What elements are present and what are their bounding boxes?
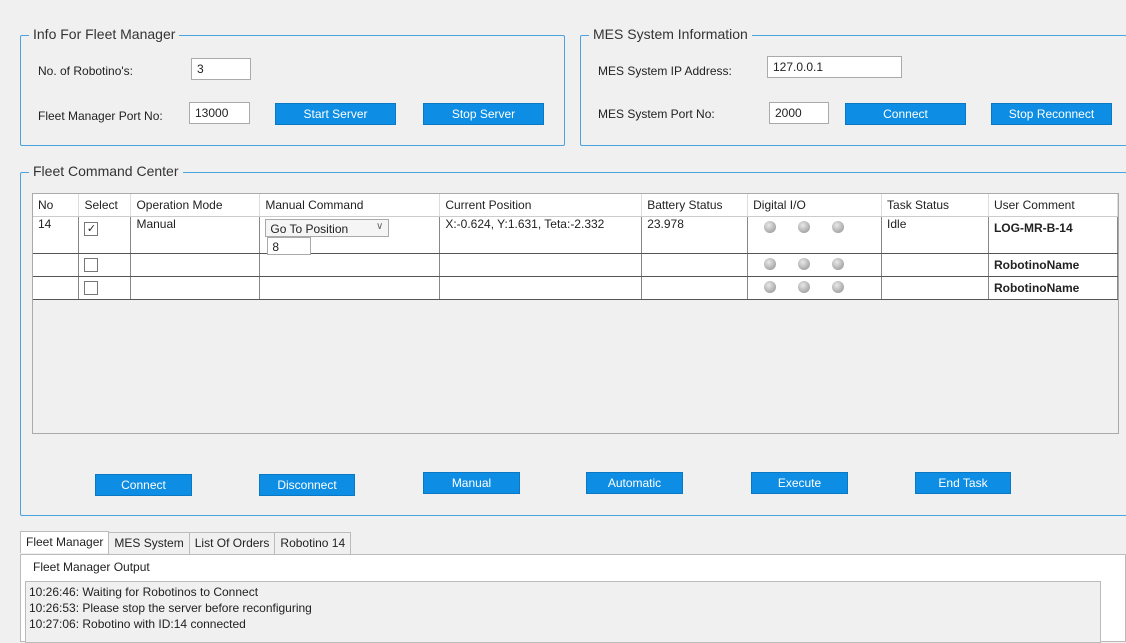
stop-reconnect-button[interactable]: Stop Reconnect	[991, 103, 1112, 125]
mes-port-input[interactable]: 2000	[769, 102, 829, 124]
select-checkbox[interactable]	[84, 258, 99, 272]
command-center-title: Fleet Command Center	[29, 163, 183, 179]
row-no	[33, 253, 80, 277]
end-task-button[interactable]: End Task	[915, 472, 1011, 494]
mes-ip-input[interactable]: 127.0.0.1	[767, 56, 902, 78]
mes-ip-label: MES System IP Address:	[598, 64, 732, 78]
mes-info-group: MES System Information	[580, 26, 1126, 146]
row-mode	[130, 276, 261, 300]
row-mode: Manual	[130, 216, 261, 254]
log-line: 10:26:46: Waiting for Robotinos to Conne…	[29, 585, 259, 599]
output-title: Fleet Manager Output	[33, 560, 150, 574]
io-led-icon	[798, 281, 811, 293]
io-led-icon	[798, 221, 811, 233]
col-current-position[interactable]: Current Position	[439, 194, 643, 217]
robotino-count-label: No. of Robotino's:	[38, 64, 134, 78]
io-led-icon	[764, 221, 777, 233]
row-mode	[130, 253, 261, 277]
row-comment[interactable]: RobotinoName	[988, 253, 1119, 277]
tab-mes-system[interactable]: MES System	[108, 532, 190, 554]
fleet-info-title: Info For Fleet Manager	[29, 26, 180, 42]
table-row[interactable]: 14 ✓ Manual Go To Position ∨ 8 X:-0.624, Y…	[33, 216, 1119, 255]
select-cell	[78, 253, 132, 277]
fleet-info-group: Info For Fleet Manager	[20, 26, 565, 146]
io-led-icon	[798, 258, 811, 270]
mes-port-label: MES System Port No:	[598, 107, 715, 121]
robotino-grid: No Select Operation Mode Manual Command …	[32, 193, 1119, 434]
fleet-port-label: Fleet Manager Port No:	[38, 109, 163, 123]
row-task	[881, 253, 989, 277]
automatic-button[interactable]: Automatic	[586, 472, 683, 494]
col-user-comment[interactable]: User Comment	[988, 194, 1119, 217]
io-led-icon	[832, 258, 845, 270]
select-cell: ✓	[78, 216, 132, 254]
stop-server-button[interactable]: Stop Server	[423, 103, 544, 125]
bottom-tab-bar: Fleet Manager MES System List Of Orders …	[20, 531, 352, 554]
output-log[interactable]: 10:26:46: Waiting for Robotinos to Conne…	[25, 581, 1101, 643]
tab-fleet-manager[interactable]: Fleet Manager	[20, 531, 110, 553]
tab-robotino-14[interactable]: Robotino 14	[274, 532, 352, 554]
chevron-down-icon: ∨	[376, 221, 384, 232]
start-server-button[interactable]: Start Server	[275, 103, 396, 125]
command-arg-input[interactable]: 8	[267, 237, 312, 255]
robotino-table: No Select Operation Mode Manual Command …	[33, 194, 1119, 300]
mes-info-title: MES System Information	[589, 26, 752, 42]
row-battery	[641, 253, 749, 277]
table-row[interactable]: RobotinoName	[33, 253, 1119, 277]
io-led-icon	[832, 281, 845, 293]
digital-io-cell	[747, 216, 883, 254]
table-row[interactable]: RobotinoName	[33, 276, 1119, 300]
col-select[interactable]: Select	[78, 194, 132, 217]
col-no[interactable]: No	[33, 194, 80, 217]
row-command[interactable]	[259, 276, 441, 300]
disconnect-button[interactable]: Disconnect	[259, 474, 355, 496]
select-checkbox[interactable]: ✓	[84, 222, 99, 236]
tab-list-of-orders[interactable]: List Of Orders	[188, 532, 276, 554]
digital-io-cell	[747, 276, 883, 300]
col-digital-io[interactable]: Digital I/O	[747, 194, 883, 217]
robotino-count-input[interactable]: 3	[191, 58, 251, 80]
command-cell: Go To Position ∨ 8	[259, 216, 441, 255]
row-task: Idle	[881, 216, 989, 254]
row-command[interactable]	[259, 253, 441, 277]
col-battery-status[interactable]: Battery Status	[641, 194, 749, 217]
row-position: X:-0.624, Y:1.631, Teta:-2.332	[439, 216, 643, 254]
log-line: 10:27:06: Robotino with ID:14 connected	[29, 617, 246, 631]
col-manual-command[interactable]: Manual Command	[259, 194, 441, 217]
row-no	[33, 276, 80, 300]
execute-button[interactable]: Execute	[751, 472, 848, 494]
log-line: 10:26:53: Please stop the server before …	[29, 601, 312, 615]
row-position	[439, 276, 643, 300]
io-led-icon	[832, 221, 845, 233]
fleet-port-input[interactable]: 13000	[189, 102, 250, 124]
col-task-status[interactable]: Task Status	[881, 194, 989, 217]
row-comment[interactable]: RobotinoName	[988, 276, 1119, 300]
mes-connect-button[interactable]: Connect	[845, 103, 966, 125]
manual-command-select[interactable]: Go To Position ∨	[265, 219, 390, 237]
row-no: 14	[33, 216, 80, 254]
manual-button[interactable]: Manual	[423, 472, 520, 494]
col-operation-mode[interactable]: Operation Mode	[130, 194, 261, 217]
select-checkbox[interactable]	[84, 281, 99, 295]
digital-io-cell	[747, 253, 883, 277]
connect-button[interactable]: Connect	[95, 474, 192, 496]
select-cell	[78, 276, 132, 300]
row-comment[interactable]: LOG-MR-B-14	[988, 216, 1119, 254]
row-battery	[641, 276, 749, 300]
table-header: No Select Operation Mode Manual Command …	[33, 194, 1119, 217]
io-led-icon	[764, 281, 777, 293]
output-panel: Fleet Manager Output 10:26:46: Waiting f…	[20, 554, 1126, 643]
manual-command-value: Go To Position	[270, 222, 349, 236]
row-position	[439, 253, 643, 277]
row-battery: 23.978	[641, 216, 749, 254]
row-task	[881, 276, 989, 300]
io-led-icon	[764, 258, 777, 270]
